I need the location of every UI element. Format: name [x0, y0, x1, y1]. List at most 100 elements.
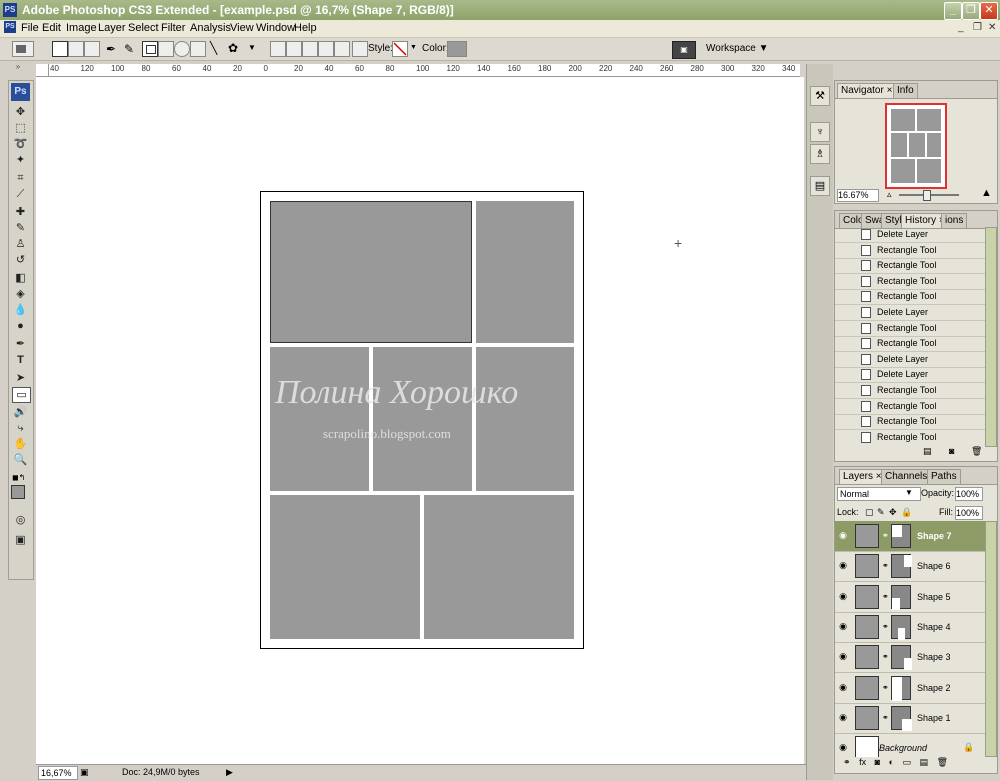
tab-actions[interactable]: ions — [941, 213, 968, 228]
history-item[interactable]: Rectangle Tool — [835, 336, 987, 353]
create-new-shape-layer-button[interactable] — [270, 41, 286, 57]
color-swatch[interactable] — [447, 41, 467, 57]
menu-view[interactable]: View — [230, 22, 254, 34]
layer-row[interactable]: ◉ ⚭ Shape 7 — [835, 521, 985, 552]
visibility-eye-icon[interactable]: ◉ — [837, 651, 849, 661]
new-layer-icon[interactable]: ▤ — [920, 757, 929, 767]
paint-bucket-icon[interactable]: ◈ — [12, 287, 29, 301]
visibility-eye-icon[interactable]: ◉ — [837, 742, 849, 752]
navigator-zoom-field[interactable]: 16.67% — [837, 189, 879, 202]
menu-filter[interactable]: Filter — [161, 22, 185, 34]
tool-presets-icon[interactable]: ⚒ — [810, 86, 830, 106]
layer-row[interactable]: ◉ ⚭ Shape 3 — [835, 642, 985, 674]
status-menu-icon[interactable]: ▣ — [80, 767, 89, 778]
menu-layer[interactable]: Layer — [98, 22, 126, 34]
history-item[interactable]: Rectangle Tool — [835, 289, 987, 306]
link-icon[interactable] — [352, 41, 368, 57]
visibility-eye-icon[interactable]: ◉ — [837, 530, 849, 540]
trash-icon[interactable]: 🗑 — [971, 446, 982, 457]
tab-paths[interactable]: Paths — [927, 469, 961, 484]
polygon-shape-button[interactable] — [190, 41, 206, 57]
menu-edit[interactable]: Edit — [42, 22, 61, 34]
zoom-out-icon[interactable]: ▵ — [887, 189, 892, 200]
fill-pixels-button[interactable] — [84, 41, 100, 57]
move-tool-icon[interactable]: ✥ — [12, 105, 29, 119]
lasso-tool-icon[interactable]: ➰ — [12, 137, 29, 151]
zoom-in-icon[interactable]: ▲ — [981, 187, 992, 199]
history-item[interactable]: Rectangle Tool — [835, 399, 987, 415]
foreground-color-swatch[interactable] — [11, 485, 25, 499]
zoom-slider-handle[interactable] — [923, 190, 931, 201]
history-item[interactable]: Delete Layer — [835, 352, 987, 368]
layer-row[interactable]: ◉ Background 🔒 — [835, 733, 985, 757]
tab-navigator[interactable]: Navigator × — [837, 83, 897, 98]
minimize-button[interactable]: _ — [944, 2, 962, 20]
notes-tool-icon[interactable]: 🔊 — [12, 405, 29, 419]
clone-source-icon[interactable]: ♗ — [810, 144, 830, 164]
fill-field[interactable]: 100% — [955, 506, 983, 520]
bridge-icon[interactable]: ▣ — [672, 41, 696, 59]
link-layers-icon[interactable]: ⚭ — [843, 757, 851, 767]
layer-comps-icon[interactable]: ▤ — [810, 176, 830, 196]
tab-channels[interactable]: Channels — [881, 469, 932, 484]
blur-tool-icon[interactable]: 💧 — [12, 303, 29, 317]
chevron-down-icon[interactable]: ▼ — [248, 43, 256, 52]
history-item[interactable]: Rectangle Tool — [835, 243, 987, 259]
clone-stamp-icon[interactable]: ♙ — [12, 237, 29, 251]
visibility-eye-icon[interactable]: ◉ — [837, 682, 849, 692]
lock-all-icon[interactable]: 🔒 — [901, 507, 912, 518]
new-document-icon[interactable]: ▤ — [923, 446, 932, 457]
history-item[interactable]: Rectangle Tool — [835, 321, 987, 337]
lock-transparency-icon[interactable]: ▢ — [865, 507, 874, 518]
tab-info[interactable]: Info — [893, 83, 918, 98]
pen-tool-icon[interactable]: ✒ — [12, 337, 29, 351]
close-button[interactable]: ✕ — [980, 2, 998, 20]
layer-row[interactable]: ◉ ⚭ Shape 5 — [835, 582, 985, 613]
group-icon[interactable]: ▭ — [903, 757, 912, 767]
history-item[interactable]: Rectangle Tool — [835, 430, 987, 445]
layer-style-icon[interactable]: fx — [859, 757, 866, 767]
rectangle-tool-icon[interactable]: ▭ — [12, 387, 31, 403]
add-to-shape-area-button[interactable] — [286, 41, 302, 57]
doc-minimize-button[interactable]: _ — [958, 22, 964, 33]
document-canvas[interactable]: Полина Хорошко scrapolino.blogspot.com + — [48, 77, 804, 764]
menu-file[interactable]: File — [21, 22, 39, 34]
doc-restore-button[interactable]: ❐ — [973, 22, 982, 33]
layers-scrollbar[interactable] — [985, 521, 997, 757]
lock-position-icon[interactable]: ✥ — [889, 507, 897, 518]
brush-tool-icon[interactable]: ✎ — [12, 221, 29, 235]
doc-close-button[interactable]: ✕ — [988, 22, 996, 33]
menu-image[interactable]: Image — [66, 22, 97, 34]
style-picker[interactable] — [392, 41, 408, 57]
snapshot-icon[interactable]: ◙ — [949, 446, 954, 456]
freeform-pen-icon[interactable]: ✎ — [124, 42, 134, 56]
eyedropper-icon[interactable]: ⤷ — [12, 421, 29, 435]
crop-tool-icon[interactable]: ⌗ — [12, 171, 29, 185]
rounded-rect-shape-button[interactable] — [158, 41, 174, 57]
history-item[interactable]: Rectangle Tool — [835, 383, 987, 399]
visibility-eye-icon[interactable]: ◉ — [837, 712, 849, 722]
chevron-down-icon[interactable]: ▼ — [905, 488, 913, 497]
default-colors-icon[interactable]: ◼↰ — [12, 473, 25, 482]
screen-mode-icon[interactable]: ▣ — [12, 533, 29, 547]
zoom-field[interactable]: 16,67% — [38, 766, 78, 780]
healing-brush-icon[interactable]: ✚ — [12, 205, 29, 219]
history-item[interactable]: Delete Layer — [835, 367, 987, 384]
visibility-eye-icon[interactable]: ◉ — [837, 560, 849, 570]
magic-wand-icon[interactable]: ✦ — [12, 153, 29, 167]
brushes-icon[interactable]: ♆ — [810, 122, 830, 142]
path-selection-icon[interactable]: ➤ — [12, 371, 29, 385]
intersect-shape-area-button[interactable] — [318, 41, 334, 57]
layer-row[interactable]: ◉ ⚭ Shape 4 — [835, 612, 985, 643]
menu-window[interactable]: Window — [256, 22, 295, 34]
lock-pixels-icon[interactable]: ✎ — [877, 507, 885, 518]
restore-button[interactable]: ❐ — [962, 2, 980, 20]
custom-shape-icon[interactable]: ✿ — [228, 41, 238, 55]
type-tool-icon[interactable]: T — [12, 353, 29, 367]
hand-tool-icon[interactable]: ✋ — [12, 437, 29, 451]
exclude-shape-area-button[interactable] — [334, 41, 350, 57]
status-arrow-icon[interactable]: ▶ — [226, 767, 233, 778]
navigator-preview[interactable] — [885, 103, 947, 189]
menu-select[interactable]: Select — [128, 22, 159, 34]
eraser-tool-icon[interactable]: ◧ — [12, 271, 29, 285]
